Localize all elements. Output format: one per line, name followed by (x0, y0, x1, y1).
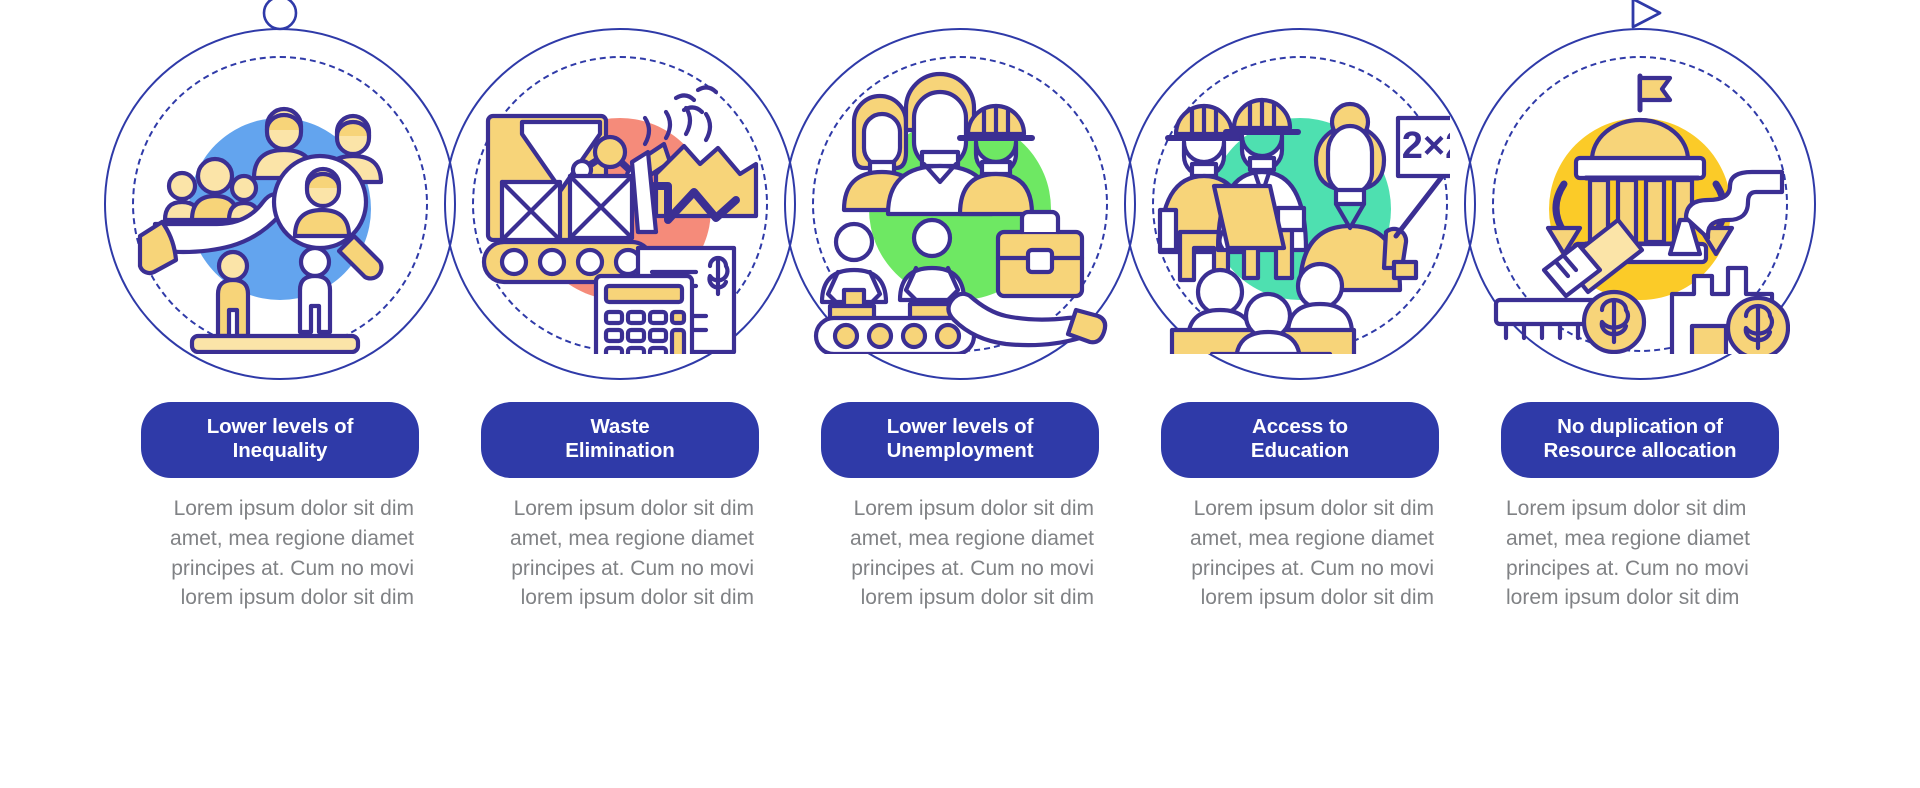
equality-balance-icon (137, 106, 384, 354)
step-3-circle (770, 14, 1150, 394)
step-5[interactable]: No duplication of Resource allocation Lo… (1464, 0, 1816, 613)
triangle-marker-icon (1631, 0, 1662, 29)
classroom-teacher-icon: 2×2 (1157, 97, 1450, 354)
step-2-pill[interactable]: Waste Elimination (481, 402, 759, 478)
infographic-board: Lower levels of Inequality Lorem ipsum d… (0, 0, 1920, 788)
steps-row: Lower levels of Inequality Lorem ipsum d… (0, 0, 1920, 788)
step-5-pill[interactable]: No duplication of Resource allocation (1501, 402, 1779, 478)
step-1-title-line2: Inequality (232, 438, 328, 462)
step-2-title-line1: Waste (590, 415, 650, 438)
step-2[interactable]: Waste Elimination Lorem ipsum dolor sit … (444, 0, 796, 613)
step-3-pill[interactable]: Lower levels of Unemployment (821, 402, 1099, 478)
step-3-title-line2: Unemployment (886, 438, 1034, 462)
step-4[interactable]: 2×2 Access to Educa (1124, 0, 1476, 613)
step-1-pill[interactable]: Lower levels of Inequality (141, 402, 419, 478)
factory-conveyor-calculator-icon (481, 85, 759, 354)
step-5-title-line1: No duplication of (1557, 415, 1723, 438)
step-5-circle (1450, 0, 1830, 394)
workers-briefcase-icon (813, 71, 1108, 354)
step-3[interactable]: Lower levels of Unemployment Lorem ipsum… (784, 0, 1136, 613)
step-1-description: Lorem ipsum dolor sit dim amet, mea regi… (170, 496, 414, 610)
step-3-description: Lorem ipsum dolor sit dim amet, mea regi… (850, 496, 1094, 610)
step-1-title-line1: Lower levels of (206, 415, 354, 438)
government-factory-icon (1493, 73, 1790, 354)
step-4-title-line1: Access to (1252, 415, 1348, 438)
step-1[interactable]: Lower levels of Inequality Lorem ipsum d… (104, 0, 456, 613)
step-5-title-line2: Resource allocation (1543, 438, 1737, 462)
step-4-pill[interactable]: Access to Education (1161, 402, 1439, 478)
step-2-circle (430, 14, 810, 394)
board-text: 2×2 (1402, 125, 1450, 167)
step-4-circle: 2×2 (1110, 14, 1490, 394)
circle-marker-icon (262, 0, 298, 31)
step-1-circle (90, 0, 470, 394)
step-2-title-line2: Elimination (565, 438, 675, 462)
step-5-description: Lorem ipsum dolor sit dim amet, mea regi… (1506, 496, 1750, 610)
step-3-title-line1: Lower levels of (886, 415, 1034, 438)
step-4-description: Lorem ipsum dolor sit dim amet, mea regi… (1190, 496, 1434, 610)
step-4-title-line2: Education (1250, 438, 1350, 462)
step-2-description: Lorem ipsum dolor sit dim amet, mea regi… (510, 496, 754, 610)
